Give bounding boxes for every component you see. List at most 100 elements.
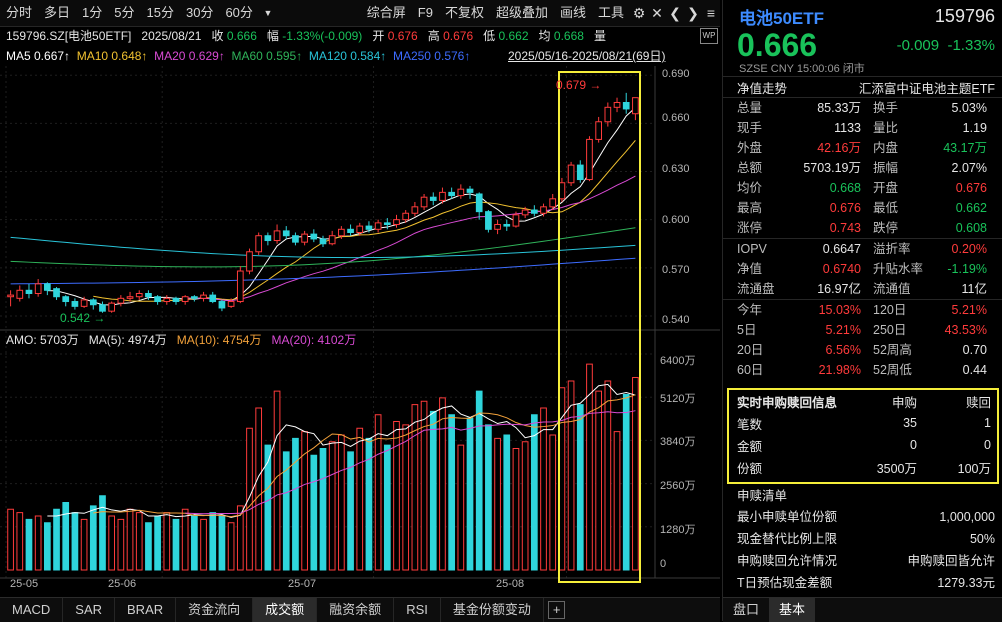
tab-brar[interactable]: BRAR [115, 598, 176, 622]
stat-value: 21.98% [781, 360, 861, 380]
stat-row: 均价0.668开盘0.676 [723, 178, 1002, 198]
volume-bar [81, 519, 87, 570]
ma60-label: MA60 0.595↑ [232, 49, 303, 63]
redeem-label: 金额 [737, 436, 857, 455]
no-adjust-button[interactable]: 不复权 [439, 0, 490, 26]
volume-bar [72, 513, 78, 570]
stat-row: 总额5703.19万振幅2.07% [723, 158, 1002, 178]
list-label: 现金替代比例上限 [737, 528, 837, 550]
stat-value: 5.03% [925, 98, 987, 118]
volume-bar [90, 506, 96, 570]
redeem-sell: 0 [917, 438, 991, 452]
stat-label: 最高 [723, 198, 781, 218]
redeem-buy: 0 [857, 438, 917, 452]
stat-label: 换手 [861, 98, 925, 118]
candle-body [173, 298, 179, 301]
super-overlay-button[interactable]: 超级叠加 [490, 0, 554, 26]
code-name: 159796.SZ[电池50ETF] [6, 29, 131, 43]
tab-fund-shares[interactable]: 基金份额变动 [441, 598, 544, 622]
add-tab-button[interactable]: + [548, 601, 566, 619]
volume-bar [605, 381, 611, 570]
tab-margin[interactable]: 融资余额 [317, 598, 394, 622]
close-icon[interactable]: ✕ [648, 4, 666, 22]
date-tick: 25-05 [10, 578, 38, 590]
volume-bar [201, 519, 207, 570]
list-title: 申赎清单 [723, 486, 1002, 506]
vol-tick: 0 [660, 558, 666, 570]
f9-button[interactable]: F9 [412, 0, 439, 26]
candle-body [476, 194, 482, 212]
change-label: 幅 [267, 29, 279, 43]
stat-value: 15.03% [781, 300, 861, 320]
candle-body [550, 199, 556, 207]
tab-sar[interactable]: SAR [63, 598, 115, 622]
tab-basic[interactable]: 基本 [769, 598, 815, 622]
amo-legend: AMO: 5703万 MA(5): 4974万 MA(10): 4754万 MA… [6, 330, 356, 350]
tab-macd[interactable]: MACD [0, 598, 63, 622]
redeem-label: 份额 [737, 458, 857, 477]
composite-screen-button[interactable]: 综合屏 [361, 0, 412, 26]
tab-multi-day[interactable]: 多日 [38, 0, 76, 26]
stat-value: 0.20% [925, 239, 987, 259]
period-toolbar: 分时 多日 1分 5分 15分 30分 60分 ▼ 综合屏 F9 不复权 超级叠… [0, 0, 720, 27]
amo-ma5: MA(5): 4974万 [89, 333, 167, 347]
draw-line-button[interactable]: 画线 [554, 0, 592, 26]
candle-body [35, 284, 41, 294]
wp-icon[interactable]: WP [700, 28, 718, 44]
candle-body [256, 236, 262, 252]
price-tick: 0.660 [662, 112, 690, 124]
tab-15min[interactable]: 15分 [141, 0, 180, 26]
stat-label: 总量 [723, 98, 781, 118]
volume-bar [513, 449, 519, 571]
tab-30min[interactable]: 30分 [180, 0, 219, 26]
volume-bar [293, 438, 299, 570]
tab-5min[interactable]: 5分 [108, 0, 140, 26]
stat-label: 跌停 [861, 218, 925, 238]
candle-body [587, 139, 593, 179]
tab-order-book[interactable]: 盘口 [723, 598, 769, 622]
stat-value: 0.676 [925, 178, 987, 198]
stat-value: 0.743 [781, 218, 861, 238]
tab-60min[interactable]: 60分 [219, 0, 258, 26]
high-value: 0.676 [443, 29, 473, 43]
price-change: -0.009 -1.33% [897, 37, 995, 54]
tab-rsi[interactable]: RSI [394, 598, 441, 622]
stat-value: 0.608 [925, 218, 987, 238]
tab-turnover[interactable]: 成交额 [253, 598, 317, 622]
candle-body [486, 212, 492, 230]
redeem-sell: 100万 [917, 458, 991, 477]
date-range[interactable]: 2025/05/16-2025/08/21(69日) [508, 46, 665, 66]
nav-title[interactable]: 净值走势 [737, 78, 787, 97]
date-tick: 25-08 [496, 578, 524, 590]
candle-body [44, 284, 50, 290]
close-value: 0.666 [227, 29, 257, 43]
volume-bar [320, 449, 326, 571]
tools-button[interactable]: 工具 [592, 0, 630, 26]
volume-bar [531, 415, 537, 570]
stat-row: 今年15.03%120日5.21% [723, 300, 1002, 320]
volume-bar [210, 513, 216, 570]
menu-icon[interactable]: ≡ [702, 4, 720, 22]
candle-body [237, 271, 243, 301]
price-tick: 0.600 [662, 214, 690, 226]
collapse-left-icon[interactable]: ❮ [666, 4, 684, 22]
nav-row[interactable]: 净值走势 汇添富中证电池主题ETF [723, 77, 1002, 97]
stat-label: 涨停 [723, 218, 781, 238]
change-value: -1.33%(-0.009) [282, 29, 362, 43]
volume-bar [35, 516, 41, 570]
tab-1min[interactable]: 1分 [76, 0, 108, 26]
quote-panel: 电池50ETF 159796 0.666 -0.009 -1.33% SZSE … [722, 0, 1002, 621]
volume-bar [614, 432, 620, 570]
stat-label: 5日 [723, 320, 781, 340]
candle-body [614, 102, 620, 107]
tab-fund-flow[interactable]: 资金流向 [176, 598, 253, 622]
expand-right-icon[interactable]: ❯ [684, 4, 702, 22]
tab-intraday[interactable]: 分时 [0, 0, 38, 26]
stat-label: 最低 [861, 198, 925, 218]
candle-body [605, 107, 611, 121]
vol-tick: 3840万 [660, 433, 695, 449]
stat-value: 6.56% [781, 340, 861, 360]
settings-gear-icon[interactable]: ⚙ [630, 4, 648, 22]
redeem-label: 笔数 [737, 414, 857, 433]
period-dropdown-icon[interactable]: ▼ [259, 4, 277, 22]
